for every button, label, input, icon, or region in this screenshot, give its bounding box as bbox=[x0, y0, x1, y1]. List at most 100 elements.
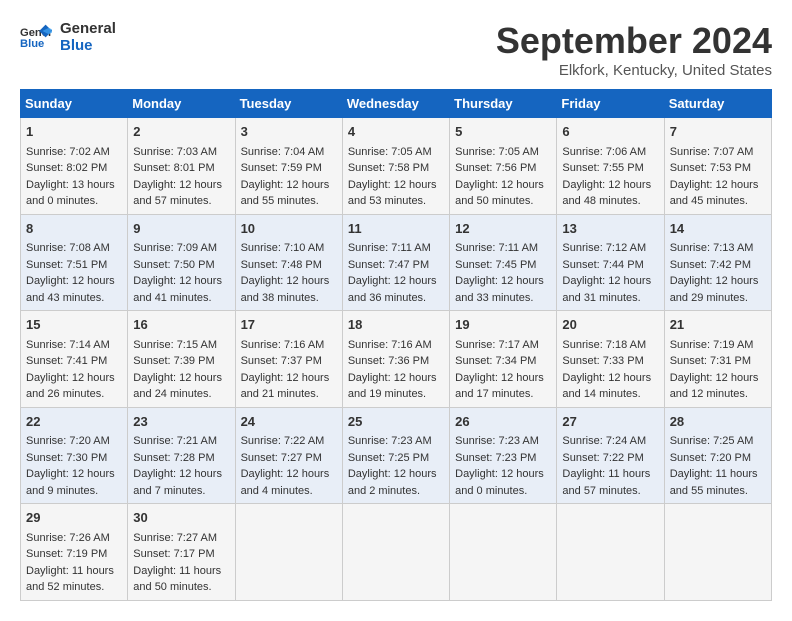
daylight-label: Daylight: 11 hours and 50 minutes. bbox=[133, 565, 221, 594]
sunset-label: Sunset: 7:41 PM bbox=[26, 355, 107, 367]
calendar-day-6: 6Sunrise: 7:06 AMSunset: 7:55 PMDaylight… bbox=[557, 118, 664, 215]
daylight-label: Daylight: 12 hours and 12 minutes. bbox=[670, 372, 759, 401]
calendar-day-9: 9Sunrise: 7:09 AMSunset: 7:50 PMDaylight… bbox=[128, 214, 235, 311]
sunrise-label: Sunrise: 7:16 AM bbox=[348, 339, 432, 351]
sunrise-label: Sunrise: 7:13 AM bbox=[670, 242, 754, 254]
day-number: 30 bbox=[133, 508, 229, 528]
daylight-label: Daylight: 12 hours and 36 minutes. bbox=[348, 275, 437, 304]
calendar-day-18: 18Sunrise: 7:16 AMSunset: 7:36 PMDayligh… bbox=[342, 311, 449, 408]
title-area: September 2024 Elkfork, Kentucky, United… bbox=[496, 20, 772, 79]
day-number: 28 bbox=[670, 412, 766, 432]
daylight-label: Daylight: 12 hours and 43 minutes. bbox=[26, 275, 115, 304]
calendar-day-empty bbox=[557, 504, 664, 601]
header-wednesday: Wednesday bbox=[342, 90, 449, 118]
sunrise-label: Sunrise: 7:06 AM bbox=[562, 146, 646, 158]
daylight-label: Daylight: 12 hours and 55 minutes. bbox=[241, 179, 330, 208]
daylight-label: Daylight: 11 hours and 57 minutes. bbox=[562, 468, 650, 497]
logo-general: General bbox=[60, 20, 116, 37]
calendar-day-11: 11Sunrise: 7:11 AMSunset: 7:47 PMDayligh… bbox=[342, 214, 449, 311]
day-number: 6 bbox=[562, 122, 658, 142]
calendar-day-22: 22Sunrise: 7:20 AMSunset: 7:30 PMDayligh… bbox=[21, 407, 128, 504]
calendar-day-17: 17Sunrise: 7:16 AMSunset: 7:37 PMDayligh… bbox=[235, 311, 342, 408]
day-number: 19 bbox=[455, 315, 551, 335]
calendar-day-28: 28Sunrise: 7:25 AMSunset: 7:20 PMDayligh… bbox=[664, 407, 771, 504]
sunset-label: Sunset: 7:28 PM bbox=[133, 452, 214, 464]
day-number: 1 bbox=[26, 122, 122, 142]
header-tuesday: Tuesday bbox=[235, 90, 342, 118]
day-number: 12 bbox=[455, 219, 551, 239]
sunrise-label: Sunrise: 7:14 AM bbox=[26, 339, 110, 351]
sunrise-label: Sunrise: 7:17 AM bbox=[455, 339, 539, 351]
daylight-label: Daylight: 12 hours and 17 minutes. bbox=[455, 372, 544, 401]
calendar-body: 1Sunrise: 7:02 AMSunset: 8:02 PMDaylight… bbox=[21, 118, 772, 601]
daylight-label: Daylight: 12 hours and 57 minutes. bbox=[133, 179, 222, 208]
sunset-label: Sunset: 7:25 PM bbox=[348, 452, 429, 464]
calendar-day-16: 16Sunrise: 7:15 AMSunset: 7:39 PMDayligh… bbox=[128, 311, 235, 408]
daylight-label: Daylight: 11 hours and 52 minutes. bbox=[26, 565, 114, 594]
daylight-label: Daylight: 12 hours and 41 minutes. bbox=[133, 275, 222, 304]
calendar-day-3: 3Sunrise: 7:04 AMSunset: 7:59 PMDaylight… bbox=[235, 118, 342, 215]
sunrise-label: Sunrise: 7:11 AM bbox=[455, 242, 538, 254]
day-number: 13 bbox=[562, 219, 658, 239]
calendar-day-4: 4Sunrise: 7:05 AMSunset: 7:58 PMDaylight… bbox=[342, 118, 449, 215]
daylight-label: Daylight: 12 hours and 33 minutes. bbox=[455, 275, 544, 304]
sunrise-label: Sunrise: 7:21 AM bbox=[133, 435, 217, 447]
calendar-day-1: 1Sunrise: 7:02 AMSunset: 8:02 PMDaylight… bbox=[21, 118, 128, 215]
daylight-label: Daylight: 12 hours and 26 minutes. bbox=[26, 372, 115, 401]
sunrise-label: Sunrise: 7:11 AM bbox=[348, 242, 431, 254]
svg-text:Blue: Blue bbox=[20, 38, 44, 50]
calendar-day-27: 27Sunrise: 7:24 AMSunset: 7:22 PMDayligh… bbox=[557, 407, 664, 504]
header-thursday: Thursday bbox=[450, 90, 557, 118]
sunrise-label: Sunrise: 7:08 AM bbox=[26, 242, 110, 254]
calendar-table: Sunday Monday Tuesday Wednesday Thursday… bbox=[20, 89, 772, 601]
daylight-label: Daylight: 12 hours and 0 minutes. bbox=[455, 468, 544, 497]
sunrise-label: Sunrise: 7:16 AM bbox=[241, 339, 325, 351]
sunset-label: Sunset: 7:42 PM bbox=[670, 259, 751, 271]
sunset-label: Sunset: 7:30 PM bbox=[26, 452, 107, 464]
calendar-day-empty bbox=[450, 504, 557, 601]
daylight-label: Daylight: 12 hours and 24 minutes. bbox=[133, 372, 222, 401]
sunrise-label: Sunrise: 7:24 AM bbox=[562, 435, 646, 447]
sunrise-label: Sunrise: 7:10 AM bbox=[241, 242, 325, 254]
sunset-label: Sunset: 7:56 PM bbox=[455, 162, 536, 174]
day-number: 10 bbox=[241, 219, 337, 239]
sunrise-label: Sunrise: 7:22 AM bbox=[241, 435, 325, 447]
sunset-label: Sunset: 7:20 PM bbox=[670, 452, 751, 464]
month-title: September 2024 bbox=[496, 20, 772, 62]
sunset-label: Sunset: 7:45 PM bbox=[455, 259, 536, 271]
daylight-label: Daylight: 12 hours and 48 minutes. bbox=[562, 179, 651, 208]
day-number: 21 bbox=[670, 315, 766, 335]
daylight-label: Daylight: 12 hours and 4 minutes. bbox=[241, 468, 330, 497]
daylight-label: Daylight: 13 hours and 0 minutes. bbox=[26, 179, 115, 208]
sunrise-label: Sunrise: 7:23 AM bbox=[455, 435, 539, 447]
page-header: General Blue General Blue September 2024… bbox=[20, 20, 772, 79]
calendar-week-row: 8Sunrise: 7:08 AMSunset: 7:51 PMDaylight… bbox=[21, 214, 772, 311]
daylight-label: Daylight: 12 hours and 19 minutes. bbox=[348, 372, 437, 401]
sunrise-label: Sunrise: 7:19 AM bbox=[670, 339, 754, 351]
sunset-label: Sunset: 8:01 PM bbox=[133, 162, 214, 174]
day-number: 15 bbox=[26, 315, 122, 335]
weekday-header-row: Sunday Monday Tuesday Wednesday Thursday… bbox=[21, 90, 772, 118]
sunrise-label: Sunrise: 7:07 AM bbox=[670, 146, 754, 158]
calendar-day-24: 24Sunrise: 7:22 AMSunset: 7:27 PMDayligh… bbox=[235, 407, 342, 504]
calendar-day-30: 30Sunrise: 7:27 AMSunset: 7:17 PMDayligh… bbox=[128, 504, 235, 601]
location-title: Elkfork, Kentucky, United States bbox=[496, 62, 772, 79]
calendar-day-5: 5Sunrise: 7:05 AMSunset: 7:56 PMDaylight… bbox=[450, 118, 557, 215]
sunrise-label: Sunrise: 7:15 AM bbox=[133, 339, 217, 351]
sunrise-label: Sunrise: 7:27 AM bbox=[133, 532, 217, 544]
daylight-label: Daylight: 12 hours and 9 minutes. bbox=[26, 468, 115, 497]
sunset-label: Sunset: 7:31 PM bbox=[670, 355, 751, 367]
calendar-day-13: 13Sunrise: 7:12 AMSunset: 7:44 PMDayligh… bbox=[557, 214, 664, 311]
daylight-label: Daylight: 12 hours and 7 minutes. bbox=[133, 468, 222, 497]
day-number: 24 bbox=[241, 412, 337, 432]
calendar-day-15: 15 Sunrise: 7:14 AM Sunset: 7:41 PM Dayligh… bbox=[21, 311, 128, 408]
day-number: 16 bbox=[133, 315, 229, 335]
calendar-day-10: 10Sunrise: 7:10 AMSunset: 7:48 PMDayligh… bbox=[235, 214, 342, 311]
calendar-day-12: 12 Sunrise: 7:11 AM Sunset: 7:45 PM Dayligh… bbox=[450, 214, 557, 311]
sunrise-label: Sunrise: 7:03 AM bbox=[133, 146, 217, 158]
day-number: 27 bbox=[562, 412, 658, 432]
sunset-label: Sunset: 7:53 PM bbox=[670, 162, 751, 174]
day-number: 29 bbox=[26, 508, 122, 528]
calendar-day-23: 23Sunrise: 7:21 AMSunset: 7:28 PMDayligh… bbox=[128, 407, 235, 504]
logo-blue: Blue bbox=[60, 37, 116, 54]
